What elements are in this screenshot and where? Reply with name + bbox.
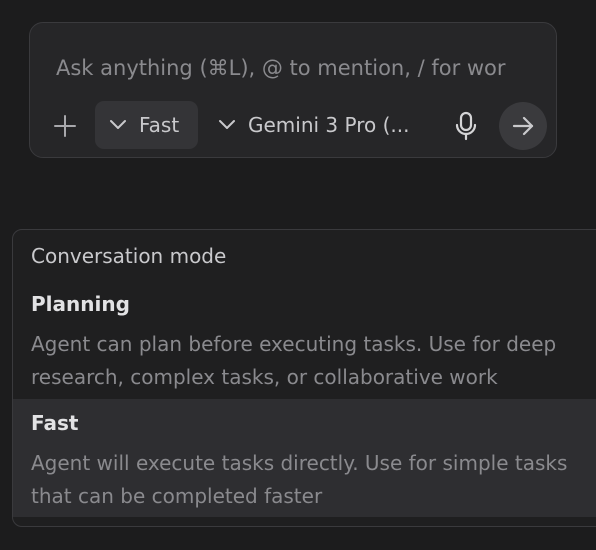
chevron-down-icon [219, 120, 235, 129]
conversation-mode-label: Fast [139, 113, 180, 137]
conversation-mode-button[interactable]: Fast [95, 101, 198, 149]
model-selector-label: Gemini 3 Pro (... [248, 113, 410, 137]
option-title: Fast [31, 411, 79, 435]
option-description: Agent will execute tasks directly. Use f… [31, 447, 596, 513]
option-title: Planning [31, 292, 130, 316]
option-description: Agent can plan before executing tasks. U… [31, 328, 596, 394]
option-description-line: research, complex tasks, or collaborativ… [31, 365, 498, 389]
microphone-icon [455, 111, 477, 141]
model-selector-button[interactable]: Gemini 3 Pro (... [216, 101, 436, 149]
menu-option-planning[interactable]: Planning Agent can plan before executing… [13, 280, 596, 398]
option-description-line: Agent will execute tasks directly. Use f… [31, 451, 568, 475]
plus-icon [54, 115, 76, 137]
chat-input[interactable] [56, 51, 540, 85]
app-root: Fast Gemini 3 Pro (... [0, 0, 596, 550]
microphone-button[interactable] [454, 111, 478, 141]
send-button[interactable] [499, 102, 547, 150]
arrow-right-icon [512, 116, 534, 136]
chat-input-panel: Fast Gemini 3 Pro (... [29, 22, 557, 158]
option-description-line: Agent can plan before executing tasks. U… [31, 332, 557, 356]
chat-toolbar: Fast Gemini 3 Pro (... [30, 101, 556, 150]
menu-option-fast[interactable]: Fast Agent will execute tasks directly. … [13, 399, 596, 517]
chevron-down-icon [110, 120, 126, 129]
add-button[interactable] [52, 113, 78, 139]
menu-header: Conversation mode [31, 244, 227, 268]
conversation-mode-menu: Conversation mode Planning Agent can pla… [12, 229, 596, 527]
option-description-line: that can be completed faster [31, 484, 323, 508]
